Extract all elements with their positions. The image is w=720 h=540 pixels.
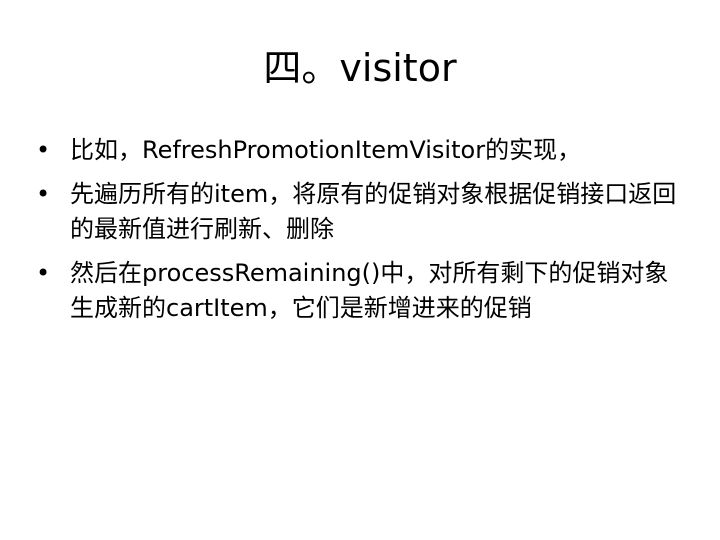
bullet-item-3: • 然后在processRemaining()中，对所有剩下的促销对象生成新的c… [36, 256, 686, 326]
bullet-item-2: • 先遍历所有的item，将原有的促销对象根据促销接口返回的最新值进行刷新、删除 [36, 177, 686, 247]
slide: 四。visitor • 比如，RefreshPromotionItemVisit… [0, 0, 720, 540]
bullet-dot-icon: • [36, 136, 51, 164]
bullet-text: 先遍历所有的item，将原有的促销对象根据促销接口返回的最新值进行刷新、删除 [70, 180, 677, 243]
bullet-list: • 比如，RefreshPromotionItemVisitor的实现， • 先… [36, 133, 686, 335]
bullet-text: 比如，RefreshPromotionItemVisitor的实现， [70, 136, 582, 164]
bullet-dot-icon: • [36, 259, 51, 287]
bullet-dot-icon: • [36, 180, 51, 208]
slide-title: 四。visitor [263, 46, 457, 90]
bullet-text: 然后在processRemaining()中，对所有剩下的促销对象生成新的car… [70, 259, 669, 322]
bullet-item-1: • 比如，RefreshPromotionItemVisitor的实现， [36, 133, 686, 168]
